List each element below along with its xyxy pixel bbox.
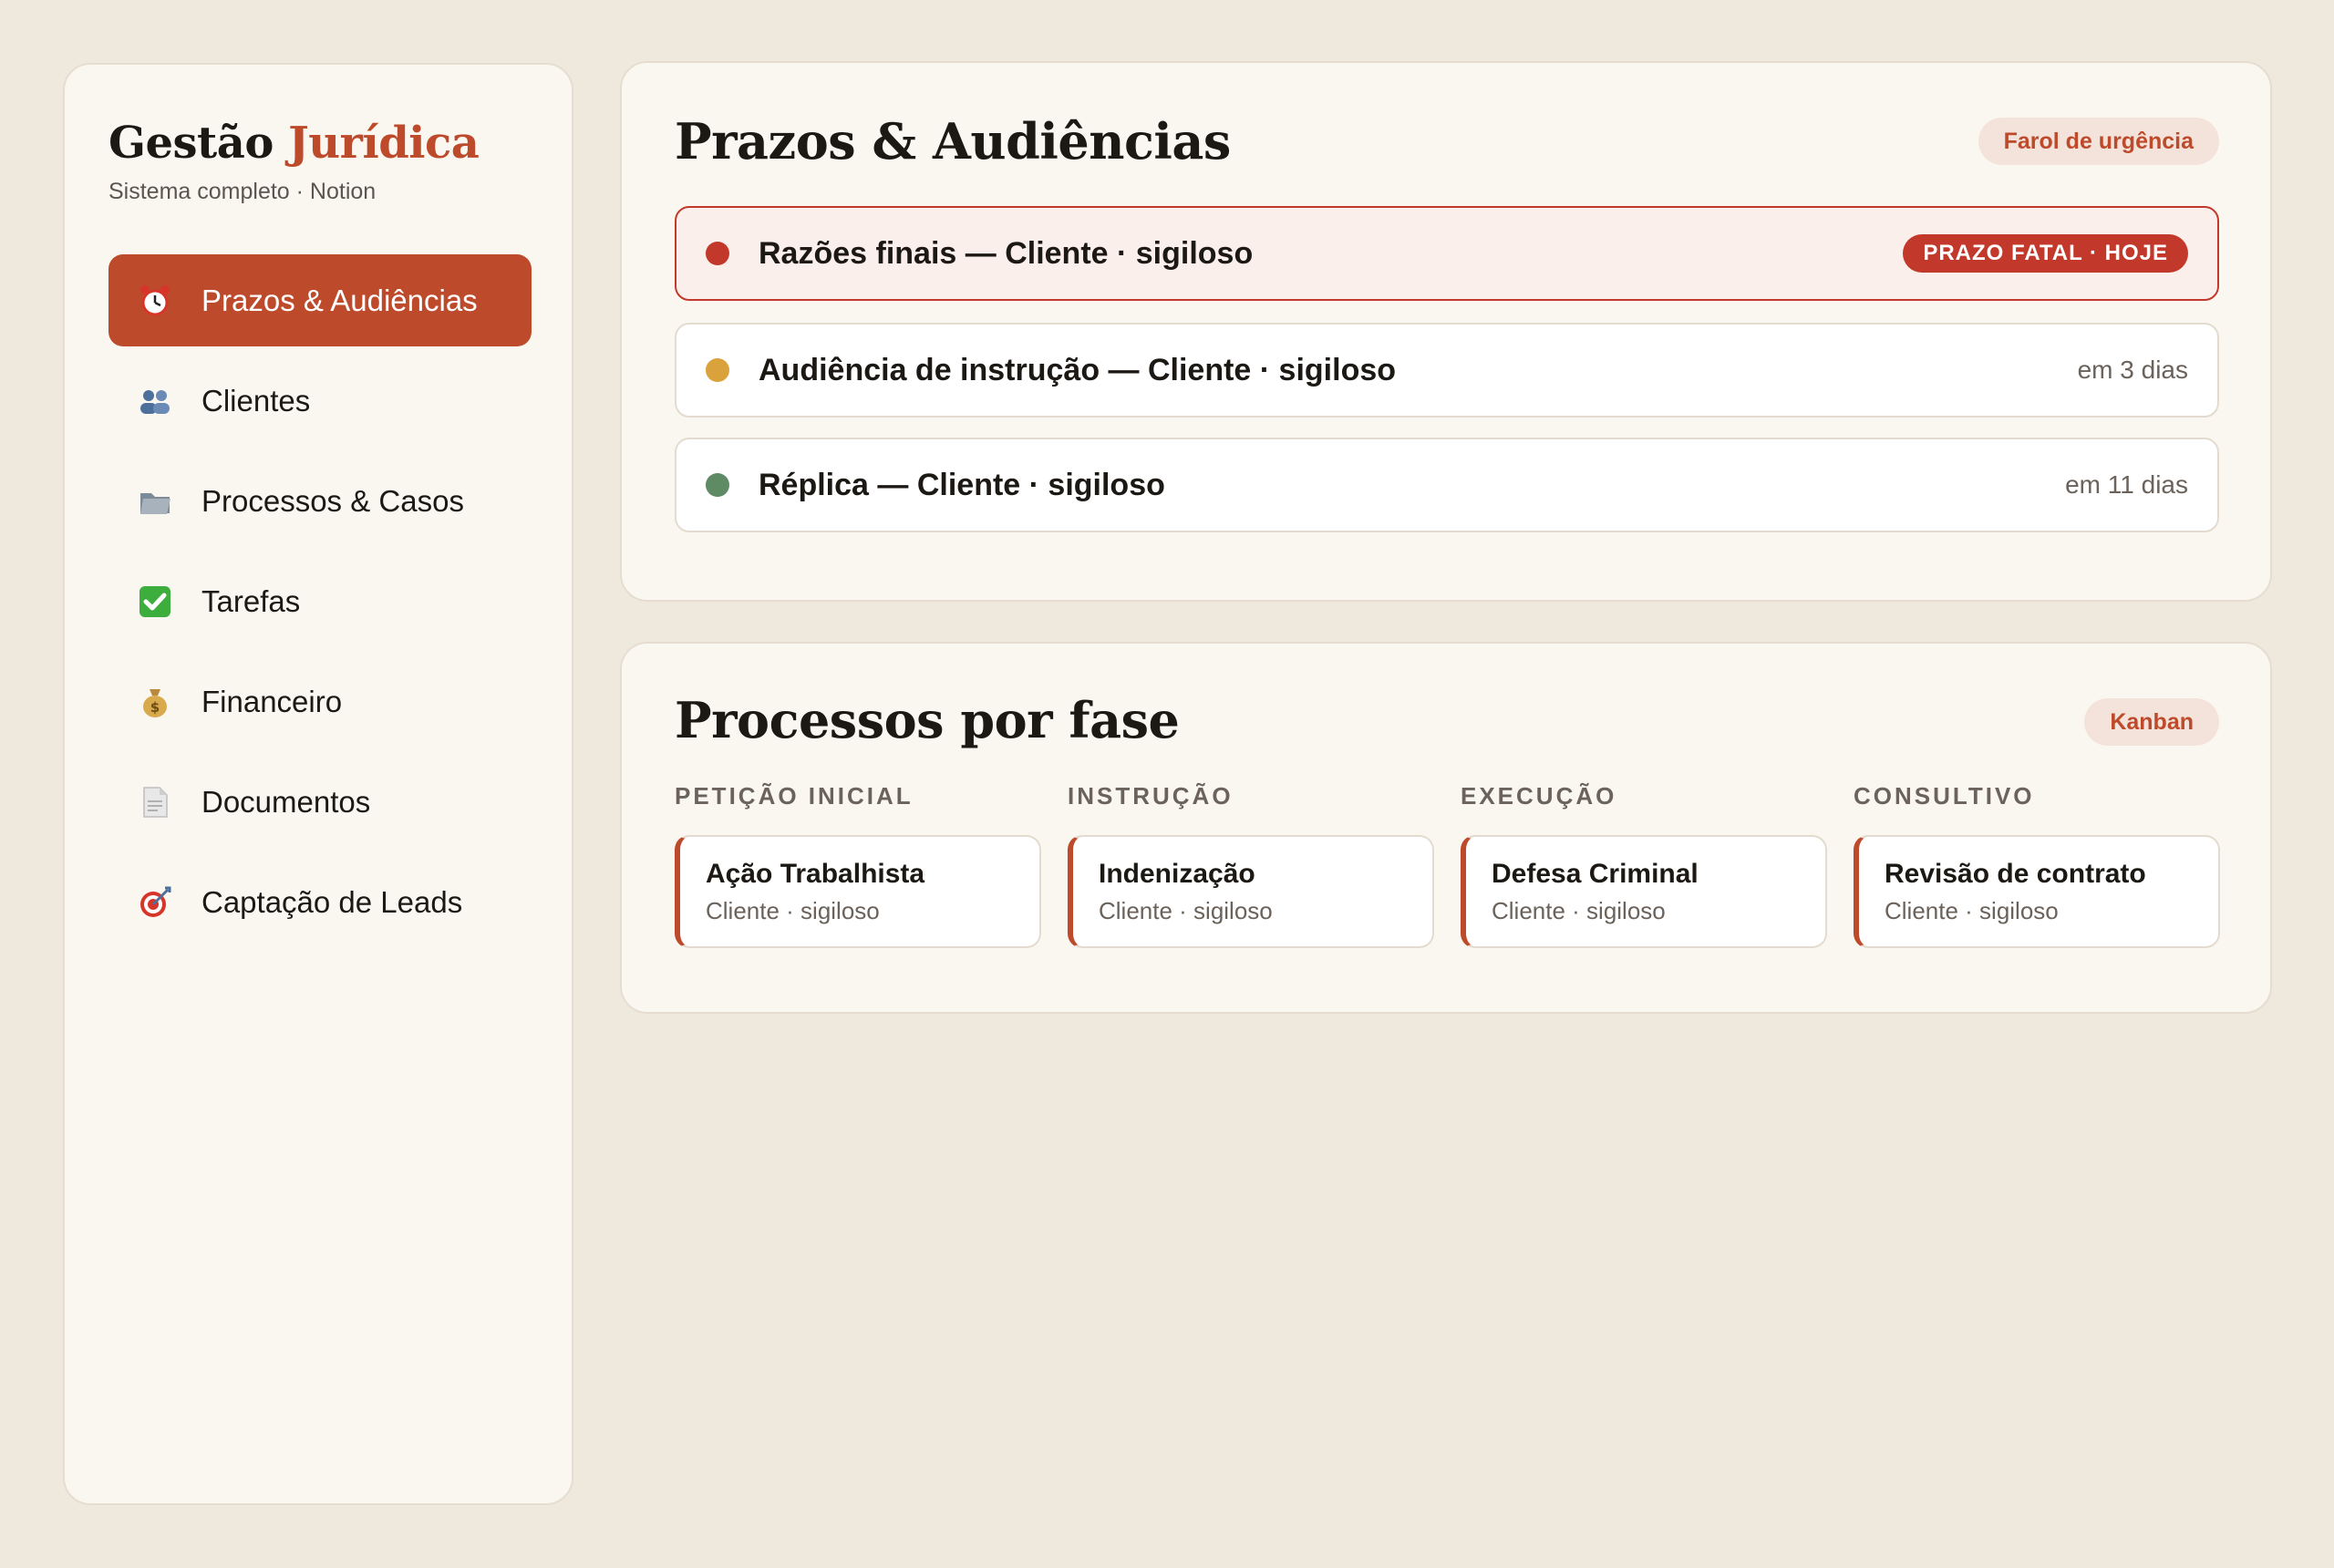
case-card[interactable]: Defesa Criminal Cliente · sigiloso — [1461, 835, 1827, 948]
kanban-view-tag[interactable]: Kanban — [2084, 698, 2219, 746]
sidebar-item-financeiro[interactable]: $ Financeiro — [108, 655, 532, 748]
fatal-deadline-badge: PRAZO FATAL · HOJE — [1903, 234, 2188, 273]
sidebar-item-label: Financeiro — [201, 684, 343, 718]
brand-prefix: Gestão — [108, 118, 274, 169]
deadline-countdown: em 11 dias — [2065, 470, 2188, 499]
urgency-dot-green — [706, 473, 729, 497]
deadline-row[interactable]: Réplica — Cliente · sigiloso em 11 dias — [675, 438, 2219, 532]
kanban-column-header: EXECUÇÃO — [1461, 782, 1617, 810]
sidebar-item-tarefas[interactable]: Tarefas — [108, 555, 532, 647]
sidebar-item-label: Processos & Casos — [201, 483, 464, 518]
deadline-row[interactable]: Audiência de instrução — Cliente · sigil… — [675, 323, 2219, 418]
folder-icon — [136, 482, 174, 521]
kanban-column: INSTRUÇÃO Indenização Cliente · sigiloso — [1068, 782, 1434, 948]
deadline-title: Réplica — Cliente · sigiloso — [759, 467, 1165, 502]
sidebar: Gestão Jurídica Sistema completo · Notio… — [63, 63, 573, 1505]
target-icon — [136, 883, 174, 922]
sidebar-item-captacao-leads[interactable]: Captação de Leads — [108, 856, 532, 948]
deadline-row[interactable]: Razões finais — Cliente · sigiloso PRAZO… — [675, 206, 2219, 301]
case-card[interactable]: Ação Trabalhista Cliente · sigiloso — [675, 835, 1041, 948]
deadline-title: Audiência de instrução — Cliente · sigil… — [759, 352, 1397, 387]
kanban-column: CONSULTIVO Revisão de contrato Cliente ·… — [1854, 782, 2220, 948]
kanban-column: PETIÇÃO INICIAL Ação Trabalhista Cliente… — [675, 782, 1041, 948]
case-card[interactable]: Indenização Cliente · sigiloso — [1068, 835, 1434, 948]
svg-text:$: $ — [150, 699, 160, 716]
kanban-column-header: INSTRUÇÃO — [1068, 782, 1234, 810]
brand-subtitle: Sistema completo · Notion — [108, 179, 377, 204]
alarm-clock-icon — [136, 282, 174, 320]
case-client: Cliente · sigiloso — [706, 897, 880, 924]
kanban-title: Processos por fase — [675, 691, 1180, 749]
sidebar-item-clientes[interactable]: Clientes — [108, 355, 532, 447]
sidebar-item-label: Documentos — [201, 784, 371, 819]
deadline-title: Razões finais — Cliente · sigiloso — [759, 235, 1254, 271]
urgency-dot-yellow — [706, 358, 729, 382]
sidebar-item-label: Tarefas — [201, 583, 301, 618]
case-client: Cliente · sigiloso — [1099, 897, 1273, 924]
case-title: Ação Trabalhista — [706, 859, 925, 889]
check-mark-icon — [136, 583, 174, 621]
people-icon — [136, 382, 174, 420]
sidebar-item-label: Prazos & Audiências — [201, 283, 478, 317]
case-title: Revisão de contrato — [1885, 859, 2146, 889]
urgency-dot-red — [706, 242, 729, 265]
kanban-column: EXECUÇÃO Defesa Criminal Cliente · sigil… — [1461, 782, 1827, 948]
case-title: Defesa Criminal — [1492, 859, 1699, 889]
sidebar-item-label: Clientes — [201, 383, 311, 418]
kanban-panel: Processos por fase Kanban PETIÇÃO INICIA… — [620, 642, 2272, 1014]
deadlines-panel: Prazos & Audiências Farol de urgência Ra… — [620, 61, 2272, 602]
kanban-column-header: CONSULTIVO — [1854, 782, 2035, 810]
case-title: Indenização — [1099, 859, 1255, 889]
money-bag-icon: $ — [136, 683, 174, 721]
brand-accent: Jurídica — [288, 118, 480, 169]
case-client: Cliente · sigiloso — [1885, 897, 2059, 924]
case-client: Cliente · sigiloso — [1492, 897, 1666, 924]
case-card[interactable]: Revisão de contrato Cliente · sigiloso — [1854, 835, 2220, 948]
deadline-countdown: em 3 dias — [2077, 356, 2188, 384]
sidebar-item-label: Captação de Leads — [201, 884, 463, 919]
kanban-column-header: PETIÇÃO INICIAL — [675, 782, 914, 810]
sidebar-item-processos-casos[interactable]: Processos & Casos — [108, 455, 532, 547]
app-brand: Gestão Jurídica — [108, 118, 480, 169]
deadlines-title: Prazos & Audiências — [675, 112, 1231, 170]
sidebar-item-prazos-audiencias[interactable]: Prazos & Audiências — [108, 254, 532, 346]
document-icon — [136, 783, 174, 821]
sidebar-item-documentos[interactable]: Documentos — [108, 756, 532, 848]
urgency-beacon-tag[interactable]: Farol de urgência — [1978, 118, 2219, 165]
sidebar-nav: Prazos & Audiências Clientes Processos &… — [108, 254, 532, 956]
